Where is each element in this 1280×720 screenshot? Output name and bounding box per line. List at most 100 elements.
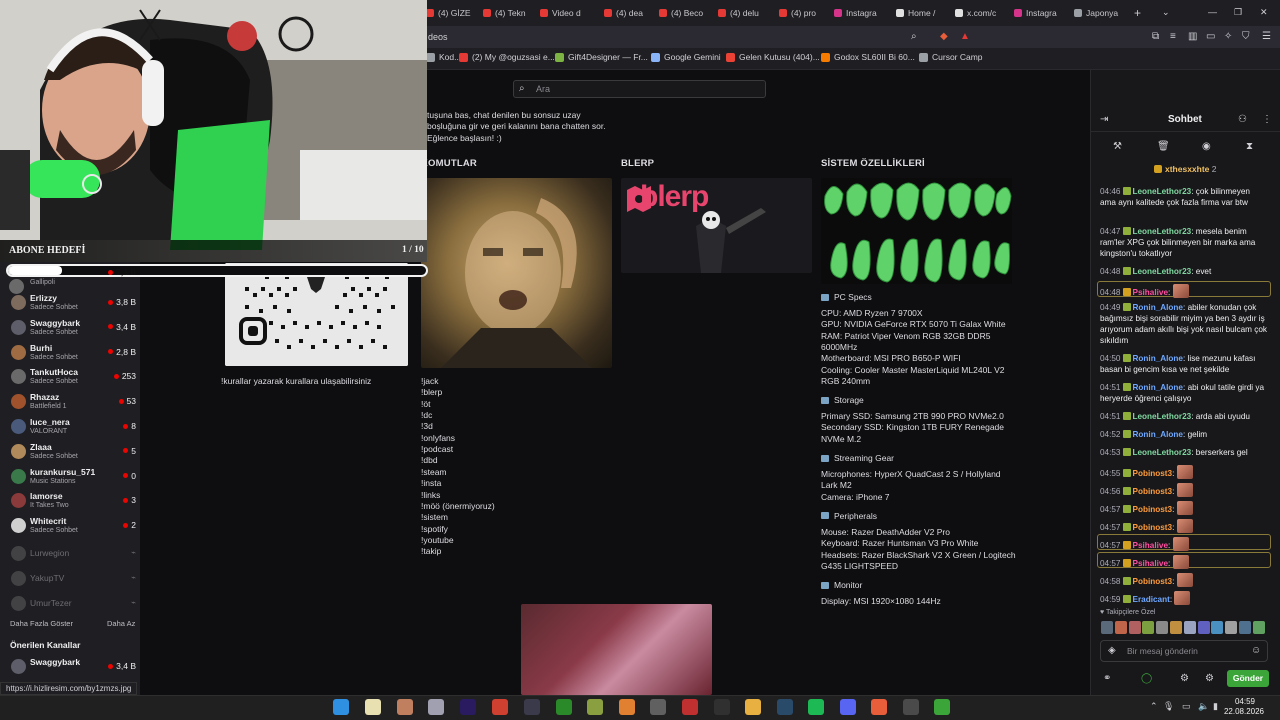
menu-icon[interactable]: ☰ bbox=[1262, 31, 1271, 43]
bookmark-item[interactable]: Gift4Designer — Fr... bbox=[555, 52, 648, 62]
emote-icon[interactable] bbox=[1239, 621, 1251, 634]
browser-tab[interactable]: (4) Tekn bbox=[483, 4, 537, 22]
brave-icon[interactable] bbox=[871, 699, 887, 715]
bottom-image-panel[interactable] bbox=[521, 604, 712, 695]
emote-icon[interactable] bbox=[1156, 621, 1169, 634]
emote-icon[interactable] bbox=[1128, 621, 1141, 634]
gift-icon[interactable]: ◈ bbox=[1108, 645, 1116, 657]
jack-image-panel[interactable] bbox=[421, 178, 612, 368]
new-tab-button[interactable]: + bbox=[1134, 4, 1146, 22]
chat-message[interactable]: 04:57 Pobinost3: bbox=[1100, 519, 1270, 533]
qr-code-panel[interactable] bbox=[225, 263, 408, 366]
chat-message[interactable]: 04:55 Pobinost3: bbox=[1100, 465, 1270, 479]
message-user[interactable]: Psihalive bbox=[1133, 541, 1169, 550]
app-icon[interactable] bbox=[587, 699, 603, 715]
message-user[interactable]: Ronin_Alone bbox=[1133, 354, 1184, 363]
vpn-icon[interactable]: ⛉ bbox=[1242, 31, 1250, 43]
sidebar-channel-offline[interactable]: YakupTV ⌁ bbox=[8, 568, 136, 592]
volume-icon[interactable]: 🔈 bbox=[1198, 700, 1209, 712]
users-icon[interactable]: ⚇ bbox=[1238, 114, 1247, 126]
chat-bubble-icon[interactable]: ◉ bbox=[1202, 141, 1211, 153]
discord-icon[interactable] bbox=[840, 699, 856, 715]
bookmark-list-icon[interactable]: ≡ bbox=[1170, 31, 1176, 43]
extensions-icon[interactable]: ⧉ bbox=[1152, 31, 1159, 43]
network-icon[interactable]: ▭ bbox=[1182, 700, 1191, 712]
chat-message[interactable]: 04:57 Pobinost3: bbox=[1100, 501, 1270, 515]
sidebar-channel[interactable]: Zlaaa Sadece Sohbet 5 bbox=[8, 441, 136, 465]
battery-icon[interactable]: ▮ bbox=[1213, 700, 1218, 712]
bookmark-item[interactable]: Google Gemini bbox=[651, 52, 721, 62]
browser-tab[interactable]: (4) Beco bbox=[659, 4, 713, 22]
steam-icon[interactable] bbox=[777, 699, 793, 715]
chat-message[interactable]: 04:49 Ronin_Alone: abiler konudan çok bağı… bbox=[1100, 302, 1270, 346]
github-icon[interactable] bbox=[903, 699, 919, 715]
hourglass-icon[interactable]: ⧗ bbox=[1246, 141, 1253, 153]
browser-tab[interactable]: Japonya bbox=[1074, 4, 1128, 22]
chat-message[interactable]: 04:51 Ronin_Alone: abi okul tatile girdi … bbox=[1100, 382, 1270, 404]
message-user[interactable]: Pobinost3 bbox=[1133, 469, 1173, 478]
sidebar-channel[interactable]: luce_nera VALORANT 8 bbox=[8, 416, 136, 440]
keyboard-icon[interactable] bbox=[428, 699, 444, 715]
sidebar-icon[interactable]: ▥ bbox=[1188, 31, 1197, 43]
emote-icon[interactable] bbox=[1252, 621, 1265, 634]
browser-tab[interactable]: x.com/c bbox=[955, 4, 1009, 22]
system-image-panel[interactable] bbox=[821, 178, 1012, 284]
minimize-icon[interactable]: — bbox=[1208, 6, 1217, 18]
close-window-icon[interactable]: ✕ bbox=[1260, 6, 1268, 18]
chat-message[interactable]: 04:57 Psihalive: bbox=[1100, 537, 1270, 551]
chat-message[interactable]: 04:57 Psihalive: bbox=[1100, 555, 1270, 569]
emote-icon[interactable] bbox=[1211, 621, 1224, 634]
search-input[interactable]: Ara bbox=[513, 80, 766, 98]
message-user[interactable]: Ronin_Alone bbox=[1133, 383, 1184, 392]
search-icon[interactable]: ⌕ bbox=[911, 31, 917, 43]
send-button[interactable]: Gönder bbox=[1227, 670, 1269, 687]
message-user[interactable]: LeoneLethor23 bbox=[1133, 412, 1192, 421]
browser-tab[interactable]: Instagra bbox=[1014, 4, 1068, 22]
maximize-icon[interactable]: ❐ bbox=[1234, 6, 1242, 18]
browser-tab[interactable]: (4) dea bbox=[604, 4, 658, 22]
browser-tab[interactable]: Instagra bbox=[834, 4, 888, 22]
points-icon[interactable]: ◯ bbox=[1141, 673, 1152, 685]
sidebar-channel[interactable]: Rhazaz Battlefield 1 53 bbox=[8, 391, 136, 415]
chat-message[interactable]: 04:47 LeoneLethor23: mesela benim ram'ler … bbox=[1100, 226, 1270, 259]
emote-icon[interactable] bbox=[1183, 621, 1196, 634]
message-user[interactable]: Pobinost3 bbox=[1133, 577, 1173, 586]
epic-icon[interactable] bbox=[714, 699, 730, 715]
browser-tab[interactable]: Video d bbox=[540, 4, 594, 22]
cloud-icon[interactable] bbox=[619, 699, 635, 715]
message-user[interactable]: LeoneLethor23 bbox=[1133, 267, 1192, 276]
spotify-icon[interactable] bbox=[808, 699, 824, 715]
sidebar-channel[interactable]: kurankursu_571 Music Stations 0 bbox=[8, 466, 136, 490]
obs-icon[interactable] bbox=[524, 699, 540, 715]
chat-message[interactable]: 04:50 Ronin_Alone: lise mezunu kafası basa… bbox=[1100, 353, 1270, 375]
emote-icon[interactable] bbox=[1197, 621, 1210, 634]
show-less-link[interactable]: Daha Az bbox=[107, 619, 135, 628]
trash-icon[interactable]: 🗑 bbox=[1157, 141, 1170, 153]
sidebar-channel[interactable]: Burhi Sadece Sohbet 2,8 B bbox=[8, 342, 136, 366]
message-user[interactable]: LeoneLethor23 bbox=[1133, 448, 1192, 457]
rewards-icon[interactable]: ▲ bbox=[960, 31, 970, 43]
message-user[interactable]: Ronin_Alone bbox=[1133, 303, 1184, 312]
chat-message[interactable]: 04:48 Psihalive: bbox=[1100, 284, 1270, 298]
microphone-icon[interactable]: 🎙 bbox=[1163, 700, 1174, 712]
address-bar-input[interactable]: deos bbox=[420, 29, 930, 45]
browser-tab[interactable]: (4) delu bbox=[718, 4, 772, 22]
emote-icon[interactable] bbox=[1225, 621, 1238, 634]
bookmark-item[interactable]: (2) My @oguzsasi e... bbox=[459, 52, 555, 62]
app-icon[interactable] bbox=[650, 699, 666, 715]
message-user[interactable]: Pobinost3 bbox=[1133, 523, 1173, 532]
message-user[interactable]: Ronin_Alone bbox=[1133, 430, 1184, 439]
sidebar-channel-offline[interactable]: UmurTezer ⌁ bbox=[8, 593, 136, 617]
recommended-channel[interactable]: Swaggybark 3,4 B bbox=[8, 656, 136, 680]
message-user[interactable]: LeoneLethor23 bbox=[1133, 227, 1192, 236]
date[interactable]: 22.08.2026 bbox=[1220, 707, 1268, 716]
emote-picker-icon[interactable]: ☺ bbox=[1251, 645, 1261, 657]
clock[interactable]: 04:59 bbox=[1228, 697, 1262, 707]
tab-search-icon[interactable]: ⌄ bbox=[1162, 6, 1170, 18]
message-user[interactable]: Pobinost3 bbox=[1133, 505, 1173, 514]
folder-icon[interactable] bbox=[745, 699, 761, 715]
collapse-chat-icon[interactable]: ⇥ bbox=[1100, 114, 1108, 126]
bookmark-item[interactable]: Kod... bbox=[426, 52, 461, 62]
ai-icon[interactable]: ✧ bbox=[1224, 31, 1232, 43]
sidebar-channel[interactable]: Erlizzy Sadece Sohbet 3,8 B bbox=[8, 292, 136, 316]
